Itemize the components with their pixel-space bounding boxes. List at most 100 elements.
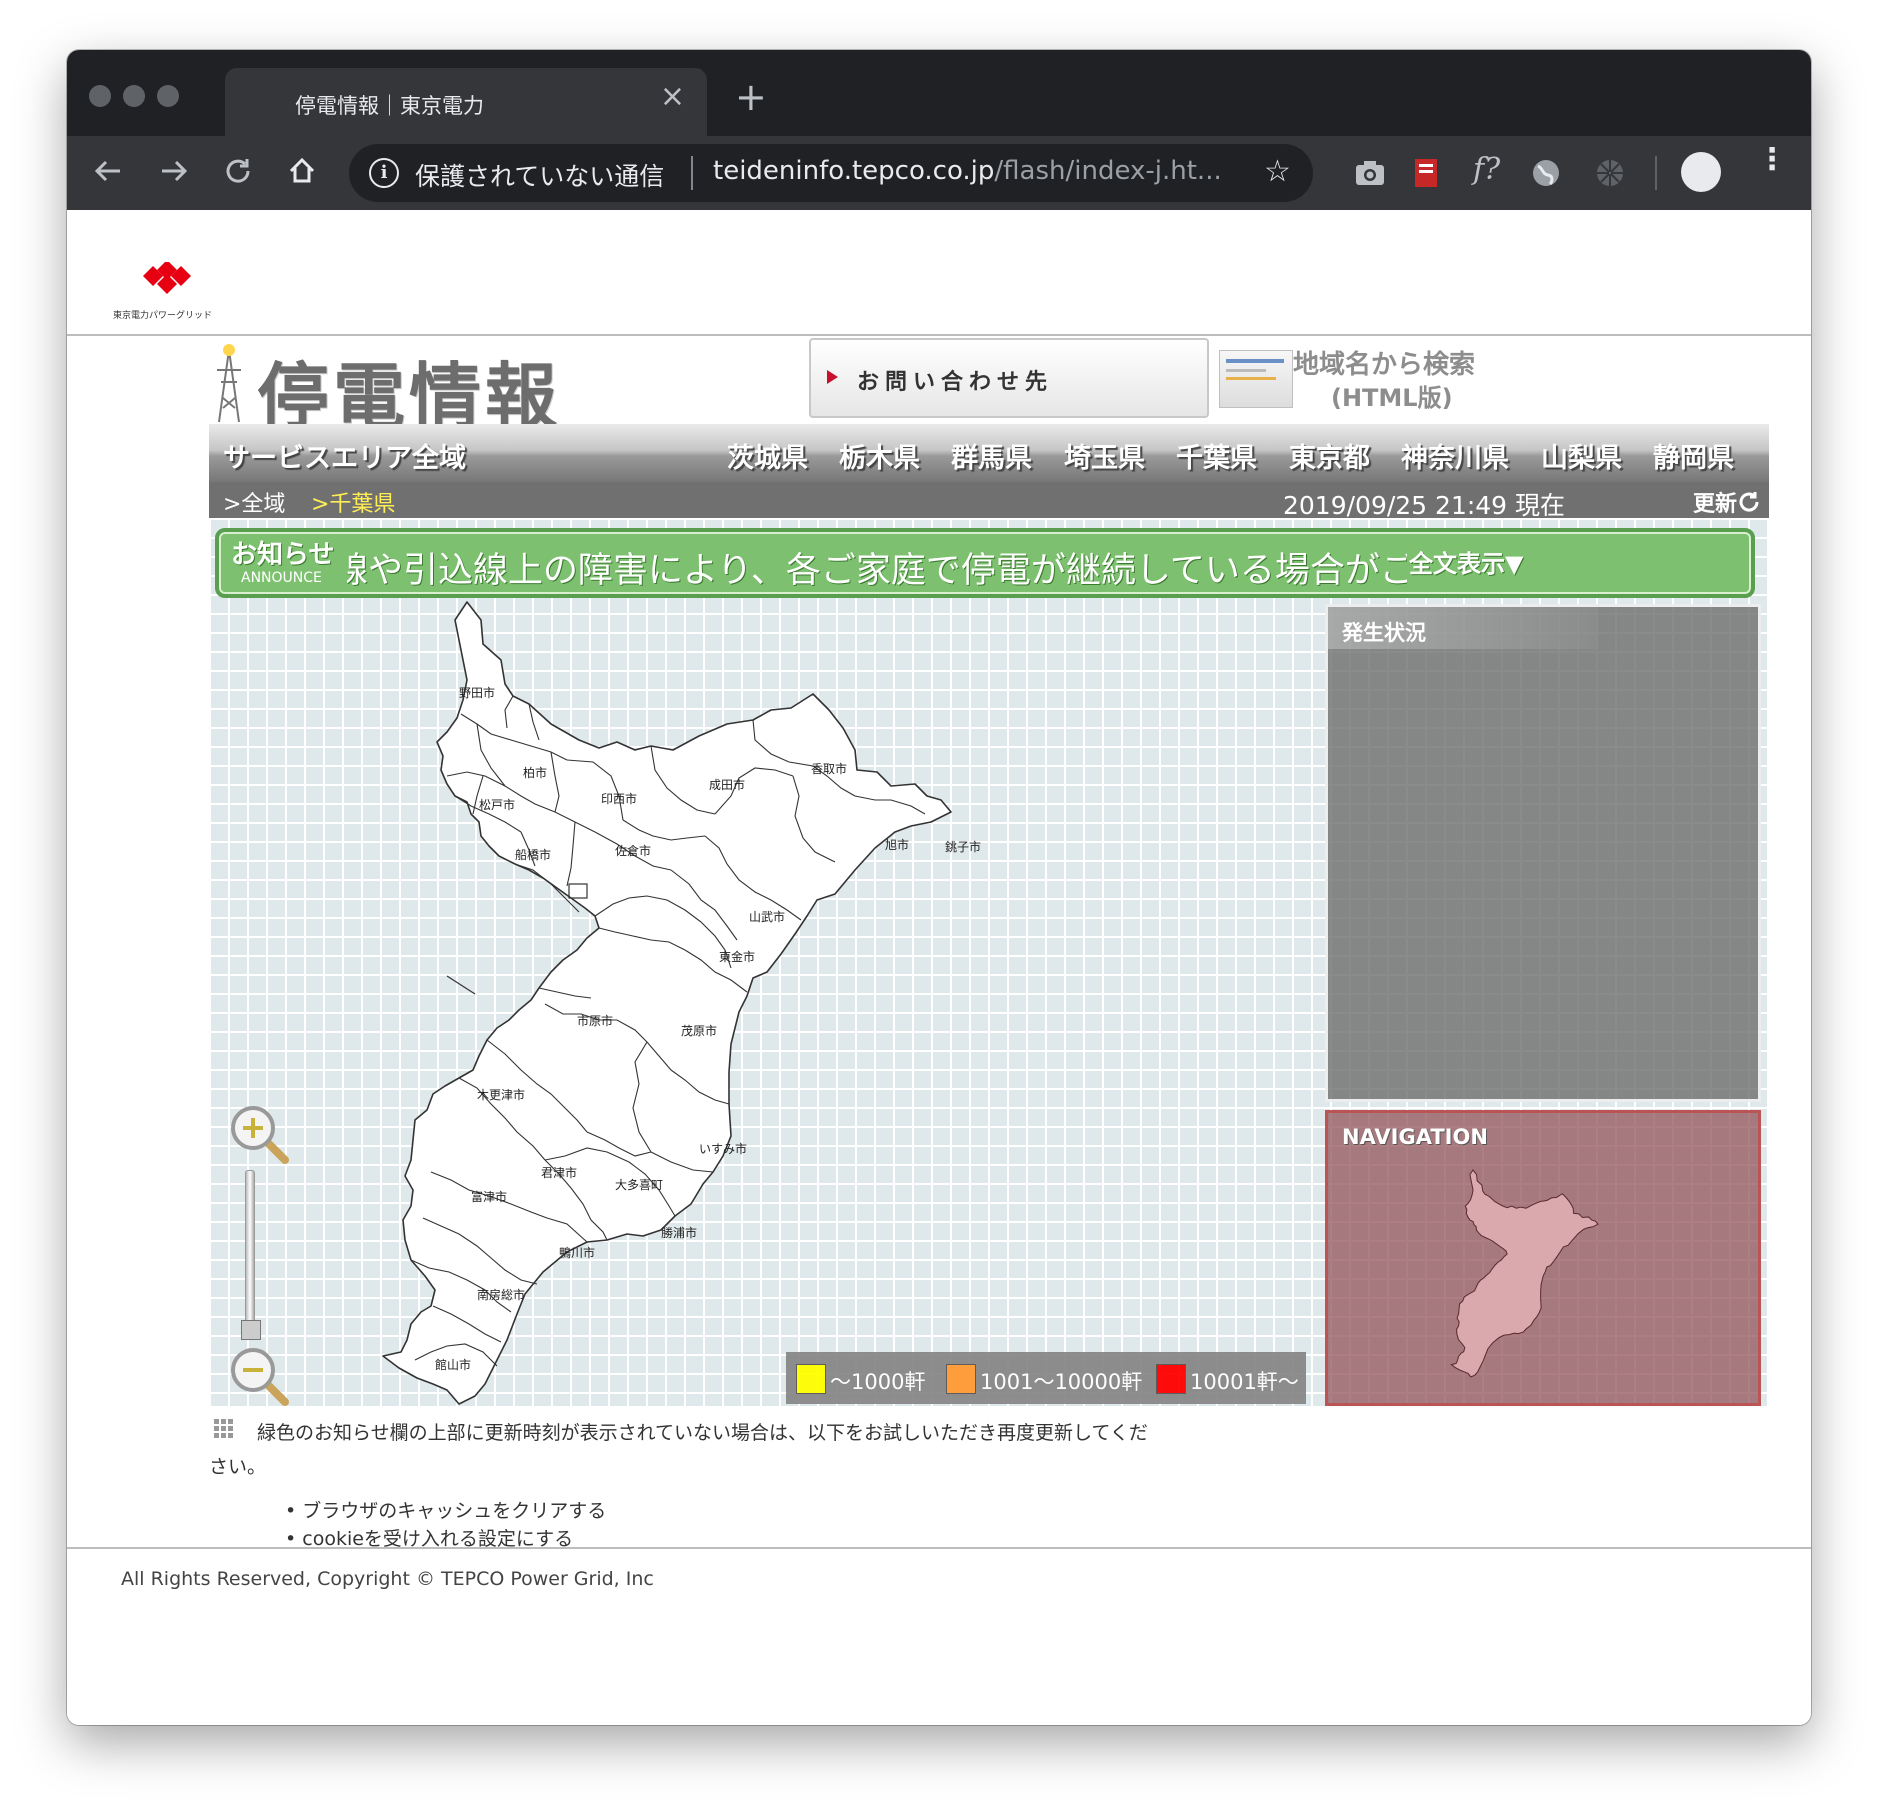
- browser-window: 停電情報｜東京電力 × + i 保護されていない通信 teideninfo.te…: [67, 50, 1811, 1725]
- navigation-minimap[interactable]: [1408, 1147, 1648, 1401]
- city-label[interactable]: 香取市: [811, 760, 847, 777]
- font-icon[interactable]: f?: [1473, 154, 1500, 186]
- thumb-line: [1226, 377, 1276, 380]
- security-label: 保護されていない通信: [415, 162, 665, 191]
- new-tab-button[interactable]: +: [735, 78, 767, 116]
- city-label[interactable]: 佐倉市: [615, 842, 651, 859]
- nav-service-area[interactable]: サービスエリア全域: [223, 436, 466, 475]
- area-search-link[interactable]: 地域名から検索: [1293, 344, 1475, 381]
- zoom-out-icon[interactable]: [227, 1344, 293, 1410]
- breadcrumb-all[interactable]: >全域: [223, 486, 285, 518]
- page-content: 東京電力パワーグリッド 停電情報 お問い合わせ先 地域名から検索 (HTML版)…: [67, 210, 1811, 1725]
- maximize-window-button[interactable]: [157, 85, 179, 107]
- city-label[interactable]: 鴨川市: [559, 1244, 595, 1261]
- zoom-slider[interactable]: [245, 1170, 255, 1332]
- announce-text: 線や引込線上の障害により、各ご家庭で停電が継続している場合がございます。調査: [347, 551, 1407, 588]
- status-title: 発生状況: [1342, 621, 1426, 645]
- city-label[interactable]: 南房総市: [477, 1286, 525, 1303]
- copyright: All Rights Reserved, Copyright © TEPCO P…: [121, 1568, 654, 1590]
- nav-saitama[interactable]: 埼玉県: [1064, 436, 1145, 475]
- navigation-title: NAVIGATION: [1342, 1125, 1488, 1149]
- nav-kanagawa[interactable]: 神奈川県: [1401, 436, 1509, 475]
- legend-swatch-orange: [946, 1364, 976, 1394]
- legend-label: 1001～10000軒: [980, 1370, 1143, 1394]
- address-bar[interactable]: i 保護されていない通信 teideninfo.tepco.co.jp/flas…: [349, 144, 1313, 202]
- note-text: 緑色のお知らせ欄の上部に更新時刻が表示されていない場合は、以下をお試しいただき再…: [257, 1422, 1148, 1444]
- city-label[interactable]: 大多喜町: [615, 1176, 663, 1193]
- close-window-button[interactable]: [89, 85, 111, 107]
- update-timestamp: 2019/09/25 21:49 現在: [1283, 491, 1566, 520]
- tepco-logo[interactable]: [139, 262, 195, 302]
- pdf-icon[interactable]: [1409, 156, 1443, 190]
- footer-divider: [67, 1547, 1811, 1549]
- star-icon[interactable]: ☆: [1264, 154, 1291, 189]
- city-label[interactable]: 印西市: [601, 790, 637, 807]
- nav-ibaraki[interactable]: 茨城県: [727, 436, 808, 475]
- minimize-window-button[interactable]: [123, 85, 145, 107]
- area-search-sublabel[interactable]: (HTML版): [1331, 378, 1453, 413]
- tab-close-icon[interactable]: ×: [660, 82, 685, 112]
- city-label[interactable]: 船橋市: [515, 846, 551, 863]
- triangle-right-icon: [827, 370, 838, 384]
- nav-chiba[interactable]: 千葉県: [1176, 436, 1257, 475]
- refresh-icon[interactable]: [1737, 490, 1761, 514]
- url-host: teideninfo.tepco.co.jp: [713, 156, 995, 186]
- city-label[interactable]: 館山市: [435, 1356, 471, 1373]
- city-label[interactable]: 野田市: [459, 684, 495, 701]
- back-icon[interactable]: [93, 156, 123, 186]
- city-label[interactable]: 旭市: [885, 836, 909, 853]
- url-text[interactable]: teideninfo.tepco.co.jp/flash/index-j.ht.…: [713, 156, 1222, 186]
- city-label[interactable]: 市原市: [577, 1012, 613, 1029]
- aperture-icon[interactable]: [1593, 156, 1627, 190]
- zoom-in-icon[interactable]: [227, 1102, 293, 1168]
- chiba-map[interactable]: 野田市 柏市 松戸市 印西市 成田市 香取市 旭市 銚子市 船橋市 佐倉市 山武…: [215, 600, 1145, 1410]
- tab-active[interactable]: 停電情報｜東京電力 ×: [225, 68, 707, 136]
- contact-label: お問い合わせ先: [857, 370, 1054, 395]
- home-icon[interactable]: [287, 156, 317, 186]
- city-label[interactable]: 銚子市: [945, 838, 981, 855]
- city-label[interactable]: 東金市: [719, 948, 755, 965]
- html-search-thumbnail[interactable]: [1219, 350, 1293, 408]
- note-bullet: • ブラウザのキャッシュをクリアする: [285, 1500, 607, 1522]
- breadcrumb: >全域 >千葉県 2019/09/25 21:49 現在 更新: [209, 482, 1769, 520]
- refresh-button[interactable]: 更新: [1693, 486, 1737, 518]
- city-label[interactable]: 茂原市: [681, 1022, 717, 1039]
- grid-bullet-icon: [214, 1419, 233, 1438]
- city-label[interactable]: 富津市: [471, 1188, 507, 1205]
- prefecture-navbar: サービスエリア全域 茨城県 栃木県 群馬県 埼玉県 千葉県 東京都 神奈川県 山…: [209, 424, 1769, 482]
- reload-icon[interactable]: [223, 156, 253, 186]
- chiba-map-outline: [382, 601, 952, 1405]
- nav-yamanashi[interactable]: 山梨県: [1541, 436, 1622, 475]
- city-label[interactable]: 山武市: [749, 908, 785, 925]
- city-label[interactable]: 成田市: [709, 776, 745, 793]
- nav-shizuoka[interactable]: 静岡県: [1653, 436, 1734, 475]
- announce-title: お知らせ: [231, 540, 335, 570]
- city-label[interactable]: 木更津市: [477, 1086, 525, 1103]
- show-full-text-button[interactable]: 全文表示▼: [1409, 544, 1523, 579]
- city-label[interactable]: 君津市: [541, 1164, 577, 1181]
- info-icon[interactable]: i: [369, 158, 399, 188]
- announce-subtitle: ANNOUNCE: [241, 570, 322, 586]
- logo-caption: 東京電力パワーグリッド: [113, 311, 213, 321]
- navigation-panel[interactable]: NAVIGATION: [1325, 1110, 1761, 1406]
- electricity-tower-icon: [217, 344, 241, 423]
- contact-button[interactable]: お問い合わせ先: [809, 338, 1209, 418]
- announce-ticker: 線や引込線上の障害により、各ご家庭で停電が継続している場合がございます。調査: [347, 538, 1407, 588]
- outage-legend: ～1000軒 1001～10000軒 10001軒～: [786, 1352, 1306, 1404]
- city-label[interactable]: 松戸市: [479, 796, 515, 813]
- omnibox-divider: [691, 156, 693, 190]
- tab-bar: 停電情報｜東京電力 × +: [67, 50, 1811, 136]
- zoom-slider-handle[interactable]: [241, 1320, 261, 1340]
- menu-icon[interactable]: ⋮: [1757, 145, 1787, 175]
- forward-icon[interactable]: [159, 156, 189, 186]
- city-label[interactable]: 柏市: [523, 764, 547, 781]
- note-text-continued: さい。: [209, 1456, 267, 1478]
- camera-icon[interactable]: [1353, 156, 1387, 190]
- nav-tokyo[interactable]: 東京都: [1289, 436, 1370, 475]
- globe-icon[interactable]: [1529, 156, 1563, 190]
- city-label[interactable]: いすみ市: [699, 1140, 747, 1157]
- nav-tochigi[interactable]: 栃木県: [839, 436, 920, 475]
- profile-icon[interactable]: [1681, 152, 1721, 192]
- city-label[interactable]: 勝浦市: [661, 1224, 697, 1241]
- nav-gunma[interactable]: 群馬県: [951, 436, 1032, 475]
